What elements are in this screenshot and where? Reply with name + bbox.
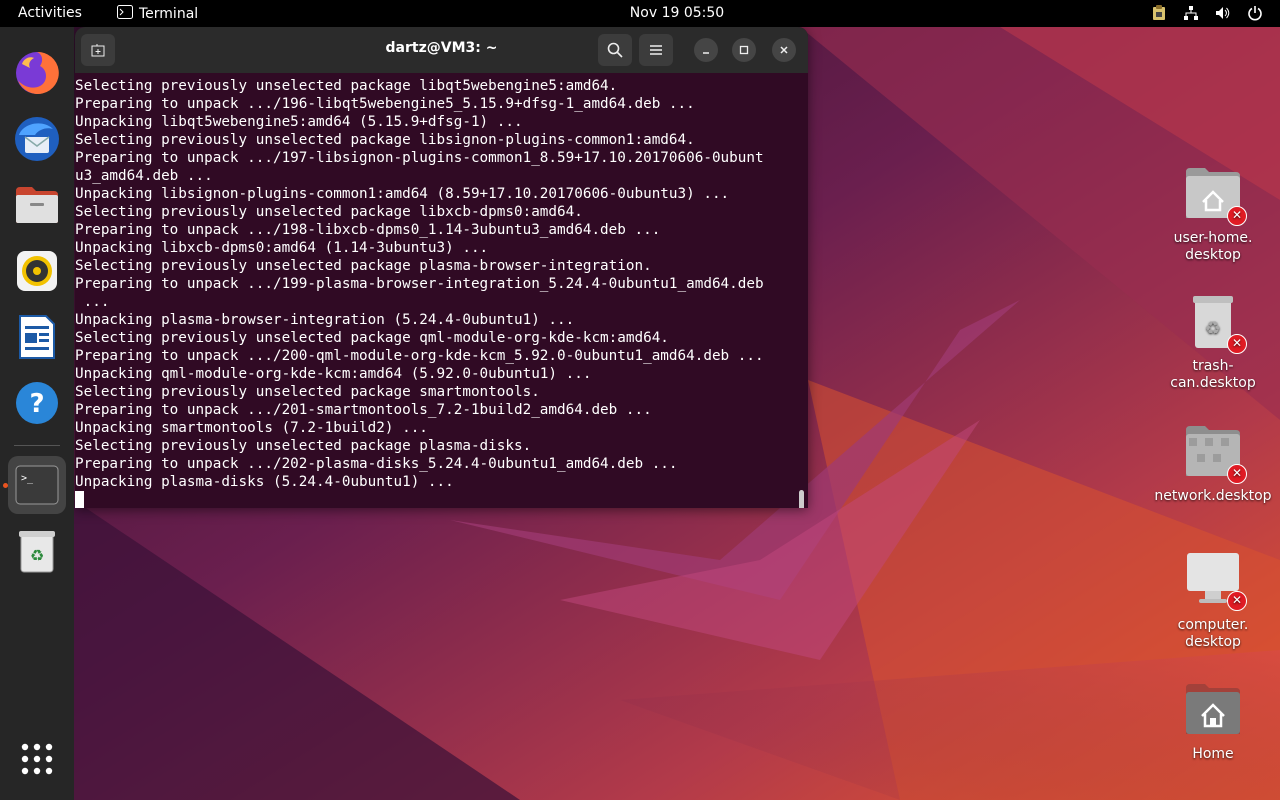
terminal-line: Selecting previously unselected package …: [75, 132, 695, 148]
terminal-line: Unpacking smartmontools (7.2-1build2) ..…: [75, 420, 428, 436]
desktop-icon-label-2: desktop: [1185, 247, 1241, 263]
files-icon: [16, 187, 58, 223]
volume-icon[interactable]: [1214, 4, 1232, 22]
terminal-line: u3_amd64.deb ...: [75, 168, 213, 184]
terminal-line: Unpacking libxcb-dpms0:amd64 (1.14-3ubun…: [75, 240, 489, 256]
minimize-icon: [703, 52, 709, 54]
svg-text:?: ?: [29, 389, 44, 419]
thunderbird-icon: [15, 117, 59, 161]
dock-separator: [14, 445, 60, 446]
terminal-line: Preparing to unpack .../196-libqt5webeng…: [75, 96, 695, 112]
terminal-line: Selecting previously unselected package …: [75, 438, 532, 454]
dock-trash[interactable]: ♻: [8, 522, 66, 580]
show-apps-button[interactable]: [8, 730, 66, 788]
terminal-line: Preparing to unpack .../199-plasma-brows…: [75, 276, 764, 292]
menu-button[interactable]: [639, 34, 673, 66]
terminal-line: Selecting previously unselected package …: [75, 384, 540, 400]
desktop-icon-home[interactable]: Home: [1153, 682, 1273, 763]
writer-icon: [19, 315, 55, 359]
minimize-button[interactable]: [694, 38, 718, 62]
dock-firefox[interactable]: [8, 44, 66, 102]
terminal-line: Selecting previously unselected package …: [75, 330, 669, 346]
terminal-line: Preparing to unpack .../202-plasma-disks…: [75, 456, 678, 472]
terminal-line: Preparing to unpack .../200-qml-module-o…: [75, 348, 764, 364]
terminal-icon: >_: [15, 465, 59, 505]
terminal-scrollbar[interactable]: [799, 490, 804, 508]
untrusted-badge-icon: ✕: [1227, 206, 1247, 226]
desktop-icon-label-2: desktop: [1185, 634, 1241, 650]
close-button[interactable]: [772, 38, 796, 62]
maximize-button[interactable]: [732, 38, 756, 62]
terminal-line: Preparing to unpack .../197-libsignon-pl…: [75, 150, 764, 166]
system-tray[interactable]: [1150, 4, 1264, 22]
terminal-line: Unpacking qml-module-org-kde-kcm:amd64 (…: [75, 366, 592, 382]
search-icon: [607, 42, 623, 58]
trash-can-icon: ♻ ✕: [1183, 294, 1247, 354]
terminal-prompt-line: [75, 491, 764, 508]
untrusted-badge-icon: ✕: [1227, 591, 1247, 611]
terminal-lines: Selecting previously unselected package …: [75, 77, 764, 508]
hamburger-icon: [650, 45, 662, 55]
clipboard-icon[interactable]: [1150, 4, 1168, 22]
terminal-line: Preparing to unpack .../198-libxcb-dpms0…: [75, 222, 661, 238]
desktop-icon-trash-can[interactable]: ♻ ✕ trash-can.desktop: [1153, 294, 1273, 392]
rhythmbox-icon: [17, 251, 57, 291]
desktop-icon-label: network.desktop: [1154, 488, 1272, 504]
terminal-line: ...: [75, 294, 110, 310]
terminal-titlebar[interactable]: dartz@VM3: ~: [75, 27, 808, 73]
terminal-line: Unpacking plasma-browser-integration (5.…: [75, 312, 575, 328]
home-icon: [1183, 682, 1243, 742]
untrusted-badge-icon: ✕: [1227, 334, 1247, 354]
help-icon: ?: [16, 382, 58, 424]
terminal-line: Selecting previously unselected package …: [75, 78, 618, 94]
dock: ? >_ ♻: [0, 27, 74, 800]
home-folder-icon: ✕: [1183, 166, 1247, 226]
app-grid-icon: [21, 743, 53, 775]
dock-thunderbird[interactable]: [8, 110, 66, 168]
terminal-line: Preparing to unpack .../201-smartmontool…: [75, 402, 652, 418]
terminal-window[interactable]: dartz@VM3: ~ Selecting previously unsele…: [75, 27, 808, 508]
terminal-line: Unpacking libqt5webengine5:amd64 (5.15.9…: [75, 114, 523, 130]
computer-icon: ✕: [1183, 553, 1247, 613]
maximize-icon: [739, 45, 749, 55]
desktop-icon-network[interactable]: ✕ network.desktop: [1153, 424, 1273, 505]
desktop-icon-label: user-home.: [1173, 230, 1253, 246]
svg-text:>_: >_: [21, 473, 34, 484]
network-icon: ✕: [1183, 424, 1247, 484]
top-bar: Activities Terminal Nov 19 05:50: [0, 0, 1280, 27]
desktop-icon-label: computer.: [1177, 617, 1249, 633]
clock[interactable]: Nov 19 05:50: [0, 5, 1280, 21]
network-wired-icon[interactable]: [1182, 4, 1200, 22]
desktop-icon-user-home[interactable]: ✕ user-home. desktop: [1153, 166, 1273, 264]
terminal-line: Selecting previously unselected package …: [75, 204, 583, 220]
dock-help[interactable]: ?: [8, 374, 66, 432]
terminal-output[interactable]: Selecting previously unselected package …: [75, 73, 795, 508]
dock-terminal[interactable]: >_: [8, 456, 66, 514]
desktop-icon-label: trash-can.desktop: [1170, 358, 1256, 391]
terminal-line: Unpacking plasma-disks (5.24.4-0ubuntu1)…: [75, 474, 454, 490]
dock-files[interactable]: [8, 176, 66, 234]
text-cursor: [75, 491, 84, 508]
desktop-icon-computer[interactable]: ✕ computer. desktop: [1153, 553, 1273, 651]
power-icon[interactable]: [1246, 4, 1264, 22]
svg-text:♻: ♻: [1205, 318, 1221, 339]
dock-rhythmbox[interactable]: [8, 242, 66, 300]
firefox-icon: [16, 51, 59, 94]
dock-libreoffice-writer[interactable]: [8, 308, 66, 366]
close-icon: [780, 46, 788, 54]
desktop-icon-label: Home: [1192, 746, 1234, 762]
terminal-line: Selecting previously unselected package …: [75, 258, 652, 274]
trash-icon: ♻: [19, 531, 55, 573]
search-button[interactable]: [598, 34, 632, 66]
terminal-line: Unpacking libsignon-plugins-common1:amd6…: [75, 186, 730, 202]
svg-text:♻: ♻: [30, 546, 44, 565]
untrusted-badge-icon: ✕: [1227, 464, 1247, 484]
